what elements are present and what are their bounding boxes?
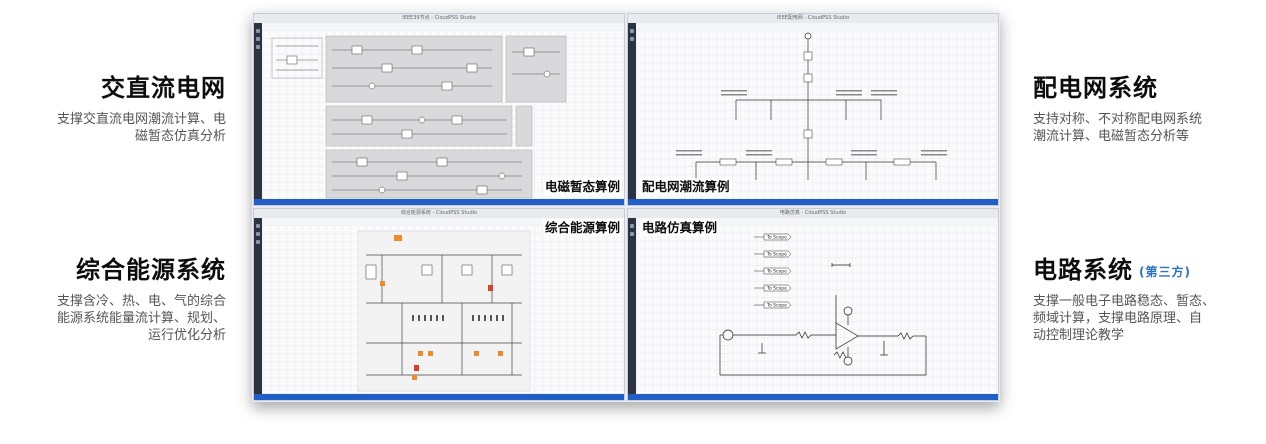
- desc-line: 支撑含冷、热、电、气的综合: [56, 294, 226, 309]
- panel-title: 电路系统 (第三方): [1033, 250, 1258, 285]
- left-toolbar: [628, 23, 636, 199]
- panel-ac-dc-grid: 交直流电网 支撑交直流电网潮流计算、电 磁暂态仿真分析: [10, 68, 226, 145]
- tool-icon[interactable]: [256, 240, 260, 244]
- tool-icon[interactable]: [630, 232, 634, 236]
- scope-block-4: To Scope: [754, 301, 792, 309]
- panel-circuit-system: 电路系统 (第三方) 支撑一般电子电路稳态、暂态、 频域计算，支撑电路原理、自 动…: [1033, 250, 1258, 344]
- window-title: 电路仿真 - CloudPSS Studio: [779, 210, 847, 216]
- screenshot-montage: IEEE39节点 - CloudPSS Studio 电磁暂态算例 IEEE配电…: [252, 12, 1000, 402]
- tool-icon[interactable]: [256, 45, 260, 49]
- panel-distribution-network: 配电网系统 支持对称、不对称配电网系统 潮流计算、电磁暂态分析等: [1033, 68, 1258, 145]
- desc-line: 能源系统能量流计算、规划、: [56, 311, 226, 326]
- schematic-canvas[interactable]: [636, 30, 998, 199]
- desc-line: 频域计算，支撑电路原理、自: [1033, 311, 1203, 326]
- energy-diagram: [357, 230, 531, 392]
- status-bar: [254, 394, 624, 400]
- window-title: IEEE39节点 - CloudPSS Studio: [402, 15, 476, 21]
- panel-title: 配电网系统: [1033, 74, 1158, 102]
- tool-icon[interactable]: [256, 29, 260, 33]
- panel-description: 支撑交直流电网潮流计算、电 磁暂态仿真分析: [10, 111, 226, 145]
- window-title: IEEE配电网 - CloudPSS Studio: [776, 15, 850, 21]
- window-title: 综合能源系统 - CloudPSS Studio: [400, 210, 478, 216]
- desc-line: 支持对称、不对称配电网系统: [1033, 112, 1203, 127]
- panel-description: 支撑一般电子电路稳态、暂态、 频域计算，支撑电路原理、自 动控制理论教学: [1033, 293, 1258, 344]
- screenshot-energy-case[interactable]: 综合能源系统 - CloudPSS Studio 综合能源算例: [253, 208, 625, 401]
- tool-icon[interactable]: [256, 224, 260, 228]
- case-label-emt: 电磁暂态算例: [542, 178, 622, 195]
- tool-icon[interactable]: [256, 37, 260, 41]
- left-toolbar: [254, 218, 262, 394]
- panel-description: 支持对称、不对称配电网系统 潮流计算、电磁暂态分析等: [1033, 111, 1258, 145]
- screenshot-circuit-case[interactable]: 电路仿真 - CloudPSS Studio To Scope To Scope: [627, 208, 999, 401]
- scope-label: To Scope: [766, 269, 787, 275]
- distribution-diagram: [676, 32, 947, 180]
- status-bar: [254, 199, 624, 205]
- status-bar: [628, 394, 998, 400]
- panel-description: 支撑含冷、热、电、气的综合 能源系统能量流计算、规划、 运行优化分析: [10, 293, 226, 344]
- scope-block-3: To Scope: [754, 284, 792, 292]
- panel-title-text: 电路系统: [1033, 256, 1133, 284]
- circuit-diagram: To Scope To Scope To Scope To Scope To S…: [719, 233, 927, 376]
- schematic-canvas[interactable]: [262, 225, 624, 394]
- desc-line: 支撑一般电子电路稳态、暂态、: [1033, 294, 1216, 309]
- desc-line: 运行优化分析: [147, 328, 226, 343]
- third-party-tag: (第三方): [1139, 265, 1191, 279]
- desc-line: 支撑交直流电网潮流计算、电: [56, 112, 226, 127]
- scope-label: To Scope: [766, 252, 787, 258]
- schematic-canvas[interactable]: [262, 30, 624, 199]
- panel-title: 综合能源系统: [76, 256, 226, 284]
- case-label-circuit: 电路仿真算例: [640, 219, 720, 236]
- panel-integrated-energy: 综合能源系统 支撑含冷、热、电、气的综合 能源系统能量流计算、规划、 运行优化分…: [10, 250, 226, 344]
- panel-title: 交直流电网: [101, 74, 226, 102]
- tool-icon[interactable]: [630, 224, 634, 228]
- tool-icon[interactable]: [630, 29, 634, 33]
- screenshot-emt-case[interactable]: IEEE39节点 - CloudPSS Studio 电磁暂态算例: [253, 13, 625, 206]
- left-toolbar: [628, 218, 636, 394]
- tool-icon[interactable]: [630, 37, 634, 41]
- screenshot-distribution-case[interactable]: IEEE配电网 - CloudPSS Studio 配电网潮流算例: [627, 13, 999, 206]
- schematic-canvas[interactable]: To Scope To Scope To Scope To Scope To S…: [636, 225, 998, 394]
- desc-line: 动控制理论教学: [1033, 328, 1125, 343]
- scope-block-1: To Scope: [754, 250, 792, 258]
- status-bar: [628, 199, 998, 205]
- desc-line: 磁暂态仿真分析: [134, 129, 226, 144]
- desc-line: 潮流计算、电磁暂态分析等: [1033, 129, 1190, 144]
- scope-label: To Scope: [766, 303, 787, 309]
- scope-block-2: To Scope: [754, 267, 792, 275]
- left-toolbar: [254, 23, 262, 199]
- tool-icon[interactable]: [256, 232, 260, 236]
- emt-diagram: [271, 35, 567, 199]
- case-label-distribution: 配电网潮流算例: [640, 178, 732, 195]
- scope-block-0: To Scope: [754, 233, 792, 241]
- case-label-energy: 综合能源算例: [542, 219, 622, 236]
- scope-label: To Scope: [766, 286, 787, 292]
- scope-label: To Scope: [766, 235, 787, 241]
